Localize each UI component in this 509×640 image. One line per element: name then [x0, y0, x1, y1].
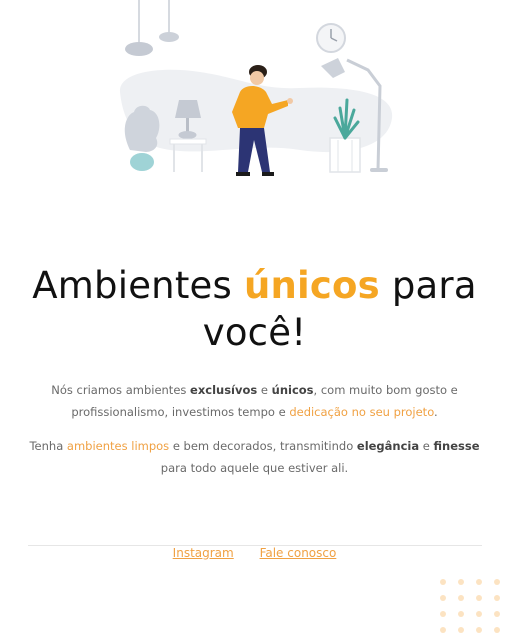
bold-text: elegância: [356, 439, 420, 453]
hero-title-accent: únicos: [243, 264, 380, 307]
wall-clock-icon: [316, 23, 346, 53]
hero-illustration: [0, 0, 509, 190]
bold-text: finesse: [433, 439, 480, 453]
intro-paragraph: Nós criamos ambientes exclusívos e único…: [20, 379, 489, 423]
hanging-lamp-icon: [125, 0, 179, 56]
footer-links: Instagram Fale conosco: [0, 546, 509, 560]
text: Nós criamos ambientes: [51, 383, 191, 397]
hero-title-text: para: [379, 264, 477, 307]
text: e: [419, 439, 434, 453]
hero-title-line2: você!: [202, 311, 307, 354]
text: e: [257, 383, 272, 397]
highlight-text: dedicação no seu projeto: [289, 405, 435, 419]
side-table-icon: [169, 138, 207, 172]
text: para todo aquele que estiver ali.: [160, 461, 349, 475]
secondary-paragraph: Tenha ambientes limpos e bem decorados, …: [20, 435, 489, 479]
potted-plant-icon: [124, 105, 160, 171]
contact-link[interactable]: Fale conosco: [260, 546, 337, 560]
bold-text: exclusívos: [190, 383, 258, 397]
decorative-dot-grid: [440, 579, 500, 633]
instagram-link[interactable]: Instagram: [173, 546, 234, 560]
text: .: [434, 405, 438, 419]
highlight-text: ambientes limpos: [66, 439, 170, 453]
text: Tenha: [29, 439, 67, 453]
hero-title: Ambientes únicos para você!: [0, 262, 509, 356]
hero-title-text: Ambientes: [32, 264, 244, 307]
bold-text: únicos: [271, 383, 314, 397]
text: e bem decorados, transmitindo: [169, 439, 357, 453]
